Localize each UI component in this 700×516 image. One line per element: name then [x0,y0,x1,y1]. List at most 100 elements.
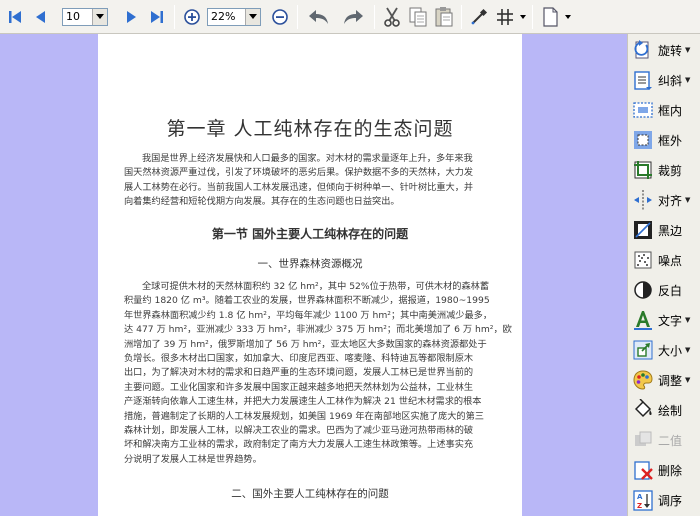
invert-button[interactable]: 反白 [631,276,699,304]
page-view-dropdown[interactable] [563,3,573,31]
binarize-icon [631,428,655,452]
text-line: 洲增加了 39 万 hm²，俄罗斯增加了 56 万 hm²，亚太地区大多数国家的… [124,338,487,350]
sort-az-icon: AZ [631,488,655,512]
cut-button[interactable] [379,3,405,31]
chevron-down-icon[interactable] [92,8,107,25]
crop-label: 裁剪 [658,163,683,178]
section-title: 第一节 国外主要人工纯林存在的问题 [211,227,409,241]
first-page-icon [9,10,21,23]
palette-icon [631,368,655,392]
text-label: 文字 [658,313,683,328]
toolbar-separator [461,4,462,29]
text-line: 出口，为了解决对木材的需求和日趋严重的生态环境问题，发展人工林已是世界当前的 [124,367,474,379]
draw-label: 绘制 [658,403,683,418]
text-icon [631,308,655,332]
zoom-out-icon [272,8,288,25]
rotate-button[interactable]: 旋转 ▼ [631,36,699,64]
align-button[interactable]: 对齐 ▼ [631,186,699,214]
text-line: 我国是世界上经济发展快和人口最多的国家。对木材的需求量逐年上升，多年来我 [142,153,473,164]
noise-icon [631,248,655,272]
document-workspace[interactable]: 第一章 人工纯林存在的生态问题 我国是世界上经济发展快和人口最多的国家。对木材的… [0,34,627,516]
rotate-icon [631,38,655,62]
size-button[interactable]: 大小 ▼ [631,336,699,364]
outside-frame-button[interactable]: 框外 [631,126,699,154]
invert-icon [631,278,655,302]
align-label: 对齐 [658,193,683,208]
first-page-button[interactable] [2,3,28,31]
text-line: 主要问题。工业化国家和许多发展中国家正越来越多地把天然林划为公益林，工业林生 [124,381,474,393]
subsection-title: 二、国外主要人工纯林存在的问题 [231,488,389,500]
adjust-button[interactable]: 调整 ▼ [631,366,699,394]
text-button[interactable]: 文字 ▼ [631,306,699,334]
noise-button[interactable]: 噪点 [631,246,699,274]
deskew-button[interactable]: 纠斜 ▼ [631,66,699,94]
chevron-down-icon: ▼ [685,376,691,384]
noise-label: 噪点 [658,253,683,268]
chevron-down-icon[interactable] [245,8,260,25]
chevron-down-icon [520,14,526,19]
zoom-in-button[interactable] [179,3,205,31]
zoom-out-button[interactable] [267,3,293,31]
resize-icon [631,338,655,362]
last-page-button[interactable] [144,3,170,31]
binarize-label: 二值 [658,433,683,448]
black-border-label: 黑边 [658,223,683,238]
copy-button[interactable] [405,3,431,31]
eyedropper-icon [471,8,488,24]
text-line: 全球可提供木材的天然林面积约 32 亿 hm²，其中 52%位于热带，可供木材的… [142,281,490,292]
page-icon [543,6,558,27]
outside-frame-label: 框外 [658,133,683,148]
paint-bucket-icon [631,398,655,422]
scissors-icon [384,7,400,27]
text-line: 森林计划，即发展人工林，以解决工农业的需求。巴西为了减少亚马逊河热带雨林的破 [124,425,474,437]
body-paragraph: 全球可提供木材的天然林面积约 32 亿 hm²，其中 52%位于热带，可供木材的… [124,280,512,467]
delete-icon [631,458,655,482]
copy-icon [409,7,427,26]
chevron-down-icon: ▼ [685,346,691,354]
zoom-in-icon [184,8,200,25]
text-line: 国天然林资源严重过伐，引发了环境破坏的恶劣后果。保护数据不多的天然林，大力发 [124,167,474,179]
zoom-value: 22% [211,10,236,23]
adjust-label: 调整 [658,373,683,388]
page-number-select[interactable]: 10 [62,7,108,26]
grid-dropdown[interactable] [518,3,528,31]
chevron-down-icon [565,14,571,19]
toolbar-separator [374,4,375,29]
intro-paragraph: 我国是世界上经济发展快和人口最多的国家。对木材的需求量逐年上升，多年来我 国天然… [124,152,496,210]
redo-button[interactable] [336,3,370,31]
page-view-button[interactable] [537,3,563,31]
prev-page-icon [36,10,45,23]
rotate-label: 旋转 [658,43,683,58]
crop-button[interactable]: 裁剪 [631,156,699,184]
text-line: 积量约 1820 亿 m³。随着工农业的发展，世界森林面积不断减少，据报道，19… [124,295,490,307]
size-label: 大小 [658,343,683,358]
image-tools-panel: 旋转 ▼ 纠斜 ▼ 框内 框外 裁剪 对齐 ▼ 黑边 噪点 反白 文字 ▼ 大小… [627,34,700,516]
binarize-button[interactable]: 二值 [631,426,699,454]
svg-text:A: A [637,493,643,501]
delete-label: 删除 [658,463,683,478]
inside-frame-button[interactable]: 框内 [631,96,699,124]
chevron-down-icon: ▼ [685,316,691,324]
svg-text:Z: Z [637,502,642,510]
paste-button[interactable] [431,3,457,31]
document-page[interactable]: 第一章 人工纯林存在的生态问题 我国是世界上经济发展快和人口最多的国家。对木材的… [98,34,522,516]
zoom-select[interactable]: 22% [207,7,261,26]
next-page-button[interactable] [118,3,144,31]
grid-button[interactable] [492,3,518,31]
draw-button[interactable]: 绘制 [631,396,699,424]
text-line: 展人工林势在必行。当前我国人工林发展迅速，但倾向于树种单一、针叶树比重大，并 [124,181,474,193]
prev-page-button[interactable] [28,3,54,31]
black-border-button[interactable]: 黑边 [631,216,699,244]
align-icon [631,188,655,212]
deskew-label: 纠斜 [658,73,683,88]
undo-button[interactable] [302,3,336,31]
delete-button[interactable]: 删除 [631,456,699,484]
reorder-button[interactable]: AZ 调序 [631,486,699,514]
top-toolbar: 10 22% [0,0,700,34]
text-line: 达 477 万 hm²，亚洲减少 333 万 hm²，非洲减少 375 万 hm… [124,324,512,336]
app-window: 10 22% 第一章 人工纯林存在的生态问题 我国是世界上经济发展快和人口最多的… [0,0,700,516]
last-page-icon [151,10,163,23]
deskew-icon [631,68,655,92]
eyedropper-button[interactable] [466,3,492,31]
text-line: 分说明了发展人工林是世界趋势。 [124,453,262,465]
